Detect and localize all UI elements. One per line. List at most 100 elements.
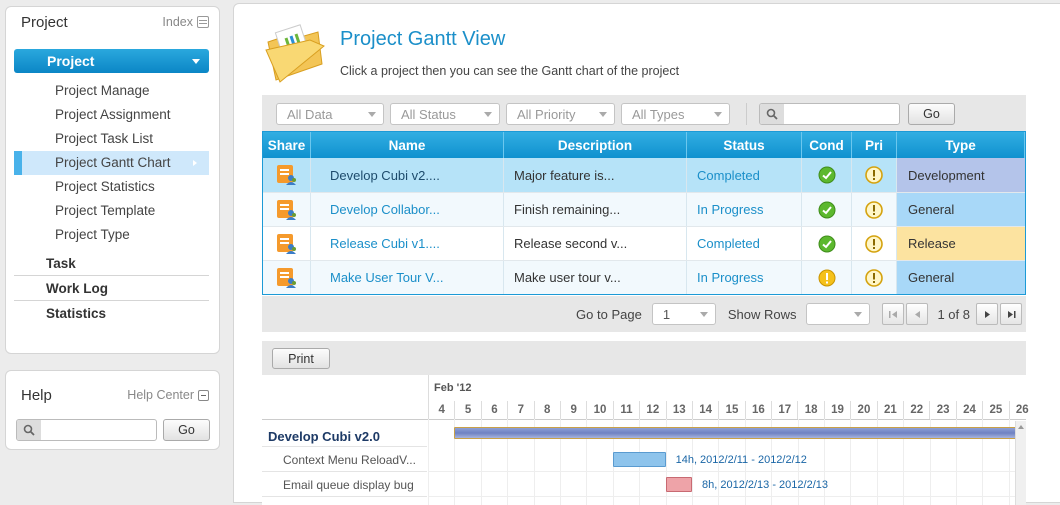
gantt-scrollbar[interactable] bbox=[1015, 421, 1026, 505]
project-search-input[interactable] bbox=[759, 103, 900, 125]
col-header-name[interactable]: Name bbox=[311, 132, 504, 158]
project-name-link[interactable]: Develop Cubi v2.... bbox=[311, 158, 504, 192]
sidebar-group-task[interactable]: Task bbox=[14, 251, 209, 276]
sidebar-item-label: Project Task List bbox=[55, 131, 154, 146]
nav-selected-project[interactable]: Project bbox=[14, 49, 209, 73]
col-header-share[interactable]: Share bbox=[263, 132, 311, 158]
share-cell[interactable] bbox=[263, 227, 311, 260]
check-circle-icon bbox=[818, 201, 835, 218]
gantt-day: 7 bbox=[507, 401, 533, 419]
first-page-button[interactable] bbox=[882, 303, 905, 325]
project-name-link[interactable]: Release Cubi v1.... bbox=[311, 227, 504, 260]
gantt-day: 20 bbox=[850, 401, 876, 419]
col-header-description[interactable]: Description bbox=[504, 132, 687, 158]
sidebar-item-project-manage[interactable]: Project Manage bbox=[14, 79, 209, 103]
sidebar-group-statistics[interactable]: Statistics bbox=[14, 301, 209, 326]
help-center-link[interactable]: Help Center bbox=[127, 388, 209, 402]
page-description: Click a project then you can see the Gan… bbox=[340, 64, 680, 78]
gantt-task-bar[interactable] bbox=[665, 477, 692, 492]
check-circle-icon bbox=[818, 235, 835, 252]
next-page-icon bbox=[984, 310, 990, 318]
prev-page-icon bbox=[914, 310, 920, 318]
help-go-button[interactable]: Go bbox=[163, 419, 210, 441]
gantt-task-name[interactable]: Email queue display bug bbox=[262, 472, 427, 497]
sidebar-item-label: Project Gantt Chart bbox=[55, 155, 171, 170]
col-header-status[interactable]: Status bbox=[687, 132, 802, 158]
gantt-day: 12 bbox=[639, 401, 665, 419]
sidebar-item-project-gantt-chart[interactable]: Project Gantt Chart bbox=[14, 151, 209, 175]
type-filter-select[interactable]: All Types bbox=[621, 103, 730, 125]
priority-icon bbox=[865, 268, 883, 287]
sidebar-item-project-assignment[interactable]: Project Assignment bbox=[14, 103, 209, 127]
chevron-down-icon bbox=[699, 311, 708, 317]
priority-icon bbox=[865, 166, 883, 184]
sidebar-item-project-template[interactable]: Project Template bbox=[14, 199, 209, 223]
pager-bar: Go to Page 1 Show Rows 1 of 8 bbox=[262, 296, 1026, 332]
list-icon bbox=[197, 16, 209, 28]
table-row[interactable]: Release Cubi v1.... Release second v... Co… bbox=[263, 226, 1025, 260]
sidebar-group-work-log[interactable]: Work Log bbox=[14, 276, 209, 301]
chevron-down-icon bbox=[714, 111, 722, 117]
gantt-task-bar[interactable] bbox=[612, 452, 666, 467]
search-icon bbox=[17, 420, 41, 440]
sidebar-item-project-task-list[interactable]: Project Task List bbox=[14, 127, 209, 151]
table-row[interactable]: Develop Collabor... Finish remaining... In… bbox=[263, 192, 1025, 226]
nav-title: Project bbox=[21, 13, 68, 31]
gantt-day: 23 bbox=[929, 401, 955, 419]
data-filter-select[interactable]: All Data bbox=[276, 103, 384, 125]
pri-cell bbox=[852, 261, 897, 294]
project-name-link[interactable]: Make User Tour V... bbox=[311, 261, 504, 294]
next-page-button[interactable] bbox=[976, 303, 998, 325]
gantt-row-line bbox=[428, 496, 1015, 497]
gantt-day: 25 bbox=[982, 401, 1008, 419]
chevron-right-icon bbox=[193, 160, 197, 166]
help-header: Help Help Center bbox=[6, 371, 219, 419]
cond-cell bbox=[802, 193, 852, 226]
priority-filter-select[interactable]: All Priority bbox=[506, 103, 615, 125]
col-header-type[interactable]: Type bbox=[897, 132, 1025, 158]
check-circle-icon bbox=[818, 166, 835, 184]
status-cell: In Progress bbox=[687, 261, 802, 294]
gantt-task-name[interactable]: Context Menu ReloadV... bbox=[262, 447, 427, 472]
sidebar-item-project-type[interactable]: Project Type bbox=[14, 223, 209, 247]
index-link[interactable]: Index bbox=[162, 15, 209, 29]
search-go-button[interactable]: Go bbox=[908, 103, 955, 125]
table-row[interactable]: Develop Cubi v2.... Major feature is... Co… bbox=[263, 158, 1025, 192]
status-filter-select[interactable]: All Status bbox=[390, 103, 500, 125]
prev-page-button[interactable] bbox=[906, 303, 929, 325]
share-cell[interactable] bbox=[263, 158, 311, 192]
filter-bar: All Data All Status All Priority All Typ… bbox=[262, 95, 1026, 133]
table-row[interactable]: Make User Tour V... Make user tour v... In… bbox=[263, 260, 1025, 294]
gantt-day: 13 bbox=[665, 401, 692, 419]
sidebar-item-label: Project Assignment bbox=[55, 107, 171, 122]
gantt-project-bar[interactable] bbox=[454, 427, 1024, 439]
rows-select[interactable] bbox=[806, 303, 871, 325]
gantt-day: 10 bbox=[586, 401, 612, 419]
index-label: Index bbox=[162, 15, 193, 29]
share-icon bbox=[276, 267, 296, 288]
gantt-toolbar: Print bbox=[262, 341, 1026, 375]
project-name-link[interactable]: Develop Collabor... bbox=[311, 193, 504, 226]
last-page-icon bbox=[1007, 310, 1015, 318]
folder-icon bbox=[265, 24, 325, 83]
gantt-task-bar-label: 14h, 2012/2/11 - 2012/2/12 bbox=[675, 454, 807, 466]
gantt-day: 6 bbox=[480, 401, 507, 419]
sidebar-item-project-statistics[interactable]: Project Statistics bbox=[14, 175, 209, 199]
status-cell: Completed bbox=[687, 227, 802, 260]
page-select[interactable]: 1 bbox=[651, 303, 716, 325]
last-page-button[interactable] bbox=[1000, 303, 1022, 325]
gantt-project-name[interactable]: Develop Cubi v2.0 bbox=[262, 420, 427, 447]
gantt-day: 19 bbox=[823, 401, 850, 419]
page-title: Project Gantt View bbox=[340, 28, 506, 50]
gantt-day: 14 bbox=[691, 401, 718, 419]
share-cell[interactable] bbox=[263, 193, 311, 226]
help-search-input[interactable] bbox=[16, 419, 157, 441]
print-button[interactable]: Print bbox=[272, 348, 330, 369]
col-header-cond[interactable]: Cond bbox=[802, 132, 852, 158]
gantt-grid-line bbox=[428, 419, 429, 505]
description-cell: Release second v... bbox=[504, 227, 687, 260]
status-cell: In Progress bbox=[687, 193, 802, 226]
share-cell[interactable] bbox=[263, 261, 311, 294]
help-panel: Help Help Center Go bbox=[5, 370, 220, 450]
col-header-pri[interactable]: Pri bbox=[852, 132, 897, 158]
